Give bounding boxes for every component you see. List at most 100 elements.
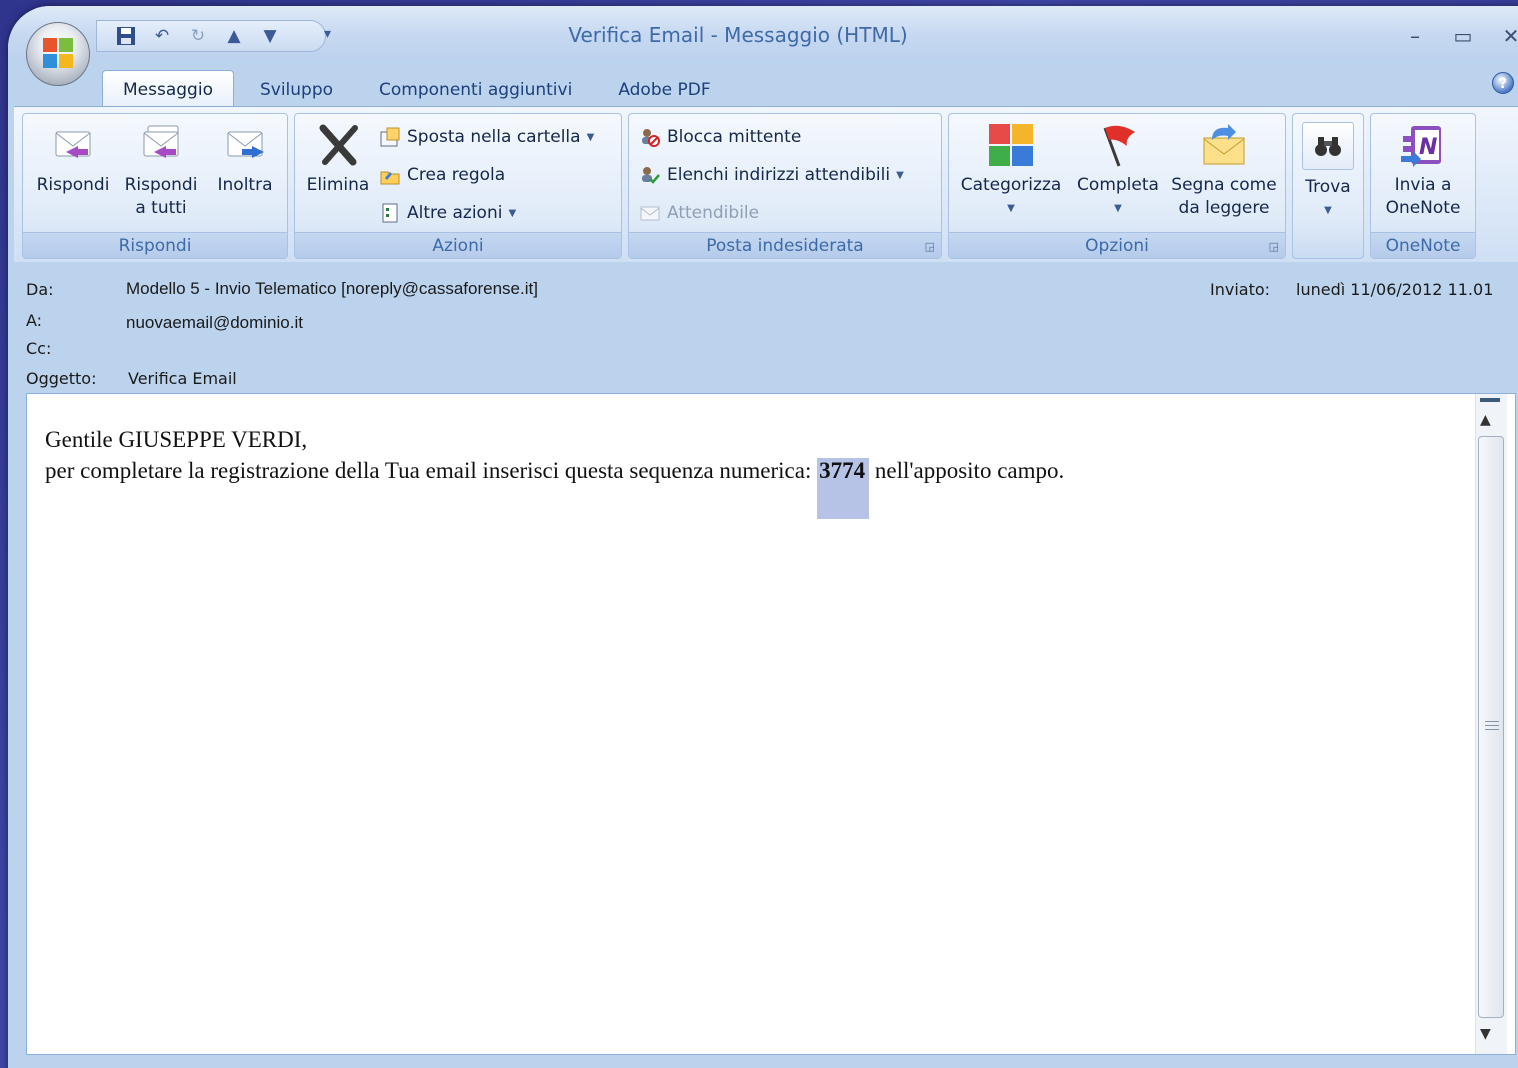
close-button[interactable]: ✕ bbox=[1500, 24, 1518, 48]
reply-button[interactable]: Rispondi bbox=[31, 122, 115, 197]
vertical-scrollbar[interactable]: ▲ ▼ bbox=[1475, 394, 1507, 1054]
move-to-folder-label: Sposta nella cartella bbox=[407, 127, 581, 147]
other-actions-label: Altre azioni bbox=[407, 203, 503, 223]
mark-unread-button[interactable]: Segna come da leggere bbox=[1167, 122, 1281, 220]
help-icon[interactable]: ? bbox=[1492, 72, 1514, 94]
window-title: Verifica Email - Messaggio (HTML) bbox=[568, 23, 908, 47]
categorize-button[interactable]: Categorizza ▼ bbox=[955, 122, 1067, 220]
body-line-end: nell'apposito campo. bbox=[869, 458, 1065, 483]
forward-label: Inoltra bbox=[217, 175, 273, 195]
send-to-onenote-button[interactable]: N Invia a OneNote bbox=[1375, 122, 1471, 220]
group-label-rispondi: Rispondi bbox=[23, 232, 287, 258]
scroll-up-icon[interactable]: ▲ bbox=[1480, 412, 1491, 428]
outlook-message-window: ↶ ↻ ▲ ▼ ▾ Verifica Email - Messaggio (HT… bbox=[8, 6, 1518, 1068]
mark-unread-label-2: da leggere bbox=[1178, 198, 1270, 218]
subject-label: Oggetto: bbox=[26, 369, 97, 388]
message-header: Da: Modello 5 - Invio Telematico [norepl… bbox=[14, 268, 1518, 398]
delete-button[interactable]: Elimina bbox=[301, 122, 375, 197]
create-rule-label: Crea regola bbox=[407, 165, 506, 185]
move-to-folder-button[interactable]: Sposta nella cartella ▼ bbox=[379, 122, 594, 152]
safe-lists-icon bbox=[639, 164, 661, 186]
send-to-onenote-label-1: Invia a bbox=[1394, 175, 1452, 195]
flag-icon bbox=[1094, 122, 1142, 168]
subject-value: Verifica Email bbox=[128, 369, 237, 388]
binoculars-icon bbox=[1302, 122, 1354, 170]
safe-lists-button[interactable]: Elenchi indirizzi attendibili ▼ bbox=[639, 160, 904, 190]
ribbon: Rispondi Rispondi a tutti Inoltra Rispon… bbox=[14, 106, 1518, 262]
create-rule-button[interactable]: Crea regola bbox=[379, 160, 505, 190]
greeting: Gentile GIUSEPPE VERDI, bbox=[45, 427, 308, 452]
reply-all-label-2: a tutti bbox=[135, 198, 187, 218]
group-label-posta-indesiderata: Posta indesiderata bbox=[629, 232, 941, 258]
scroll-down-icon[interactable]: ▼ bbox=[1480, 1026, 1491, 1042]
message-text: Gentile GIUSEPPE VERDI, per completare l… bbox=[45, 424, 1065, 519]
grip-icon bbox=[1485, 721, 1499, 733]
find-label: Trova bbox=[1305, 177, 1351, 197]
block-sender-button[interactable]: Blocca mittente bbox=[639, 122, 801, 152]
chevron-down-icon: ▼ bbox=[1114, 203, 1122, 214]
forward-icon bbox=[221, 122, 269, 168]
minimize-button[interactable]: – bbox=[1404, 24, 1426, 48]
maximize-button[interactable]: ▭ bbox=[1452, 24, 1474, 48]
chevron-down-icon: ▼ bbox=[1324, 205, 1332, 216]
message-body[interactable]: Gentile GIUSEPPE VERDI, per completare l… bbox=[26, 393, 1516, 1055]
from-value[interactable]: Modello 5 - Invio Telematico [noreply@ca… bbox=[126, 279, 538, 299]
to-label: A: bbox=[26, 311, 43, 330]
mark-unread-icon bbox=[1200, 122, 1248, 168]
body-line: per completare la registrazione della Tu… bbox=[45, 455, 1065, 519]
body-line-start: per completare la registrazione della Tu… bbox=[45, 458, 818, 483]
safe-lists-label: Elenchi indirizzi attendibili bbox=[667, 165, 891, 185]
chevron-down-icon: ▼ bbox=[1007, 203, 1015, 214]
find-button[interactable]: Trova ▼ bbox=[1297, 122, 1359, 222]
tab-componenti-aggiuntivi[interactable]: Componenti aggiuntivi bbox=[359, 72, 592, 108]
reply-all-button[interactable]: Rispondi a tutti bbox=[119, 122, 203, 220]
window-controls: – ▭ ✕ bbox=[1404, 24, 1518, 48]
group-label-azioni: Azioni bbox=[295, 232, 621, 258]
group-posta-indesiderata: Blocca mittente Elenchi indirizzi attend… bbox=[628, 113, 942, 259]
mark-unread-label-1: Segna come bbox=[1171, 175, 1277, 195]
move-to-folder-icon bbox=[379, 126, 401, 148]
reply-all-icon bbox=[137, 122, 185, 168]
categorize-icon bbox=[987, 122, 1035, 168]
verification-code[interactable]: 3774 bbox=[817, 458, 870, 519]
group-trova: Trova ▼ bbox=[1292, 113, 1364, 259]
office-button[interactable] bbox=[26, 22, 90, 86]
envelope-icon bbox=[639, 202, 661, 224]
tab-sviluppo[interactable]: Sviluppo bbox=[240, 72, 353, 108]
sent-label: Inviato: bbox=[1210, 280, 1271, 299]
dialog-launcher-icon[interactable]: ◲ bbox=[925, 240, 935, 253]
other-actions-button[interactable]: Altre azioni ▼ bbox=[379, 198, 516, 228]
reply-icon bbox=[49, 122, 97, 168]
not-junk-button[interactable]: Attendibile bbox=[639, 198, 759, 228]
delete-icon bbox=[314, 122, 362, 168]
scrollbar-thumb[interactable] bbox=[1478, 436, 1504, 1018]
reply-all-label-1: Rispondi bbox=[124, 175, 198, 195]
chevron-down-icon: ▼ bbox=[508, 207, 517, 219]
group-opzioni: Categorizza ▼ Completa ▼ Segna come da l… bbox=[948, 113, 1286, 259]
group-label-opzioni: Opzioni bbox=[949, 232, 1285, 258]
reply-label: Rispondi bbox=[36, 175, 110, 195]
chevron-down-icon: ▼ bbox=[896, 169, 904, 181]
group-onenote: N Invia a OneNote OneNote bbox=[1370, 113, 1476, 259]
other-actions-icon bbox=[379, 202, 401, 224]
not-junk-label: Attendibile bbox=[667, 203, 760, 223]
group-rispondi: Rispondi Rispondi a tutti Inoltra Rispon… bbox=[22, 113, 288, 259]
title-bar: ↶ ↻ ▲ ▼ ▾ Verifica Email - Messaggio (HT… bbox=[8, 6, 1518, 62]
dialog-launcher-icon[interactable]: ◲ bbox=[1269, 240, 1279, 253]
svg-text:N: N bbox=[1419, 135, 1437, 160]
forward-button[interactable]: Inoltra bbox=[207, 122, 283, 197]
onenote-icon: N bbox=[1399, 122, 1447, 168]
follow-up-button[interactable]: Completa ▼ bbox=[1071, 122, 1165, 220]
split-handle[interactable] bbox=[1480, 398, 1500, 402]
tab-adobe-pdf[interactable]: Adobe PDF bbox=[598, 72, 730, 108]
tab-messaggio[interactable]: Messaggio bbox=[102, 70, 234, 108]
chevron-down-icon: ▼ bbox=[586, 131, 595, 143]
delete-label: Elimina bbox=[306, 175, 370, 195]
group-label-onenote: OneNote bbox=[1371, 232, 1475, 258]
office-logo-icon bbox=[43, 38, 75, 70]
create-rule-icon bbox=[379, 164, 401, 186]
cc-label: Cc: bbox=[26, 339, 52, 358]
to-value[interactable]: nuovaemail@dominio.it bbox=[126, 313, 303, 333]
group-azioni: Elimina Sposta nella cartella ▼ Crea reg… bbox=[294, 113, 622, 259]
follow-up-label: Completa bbox=[1077, 175, 1159, 195]
